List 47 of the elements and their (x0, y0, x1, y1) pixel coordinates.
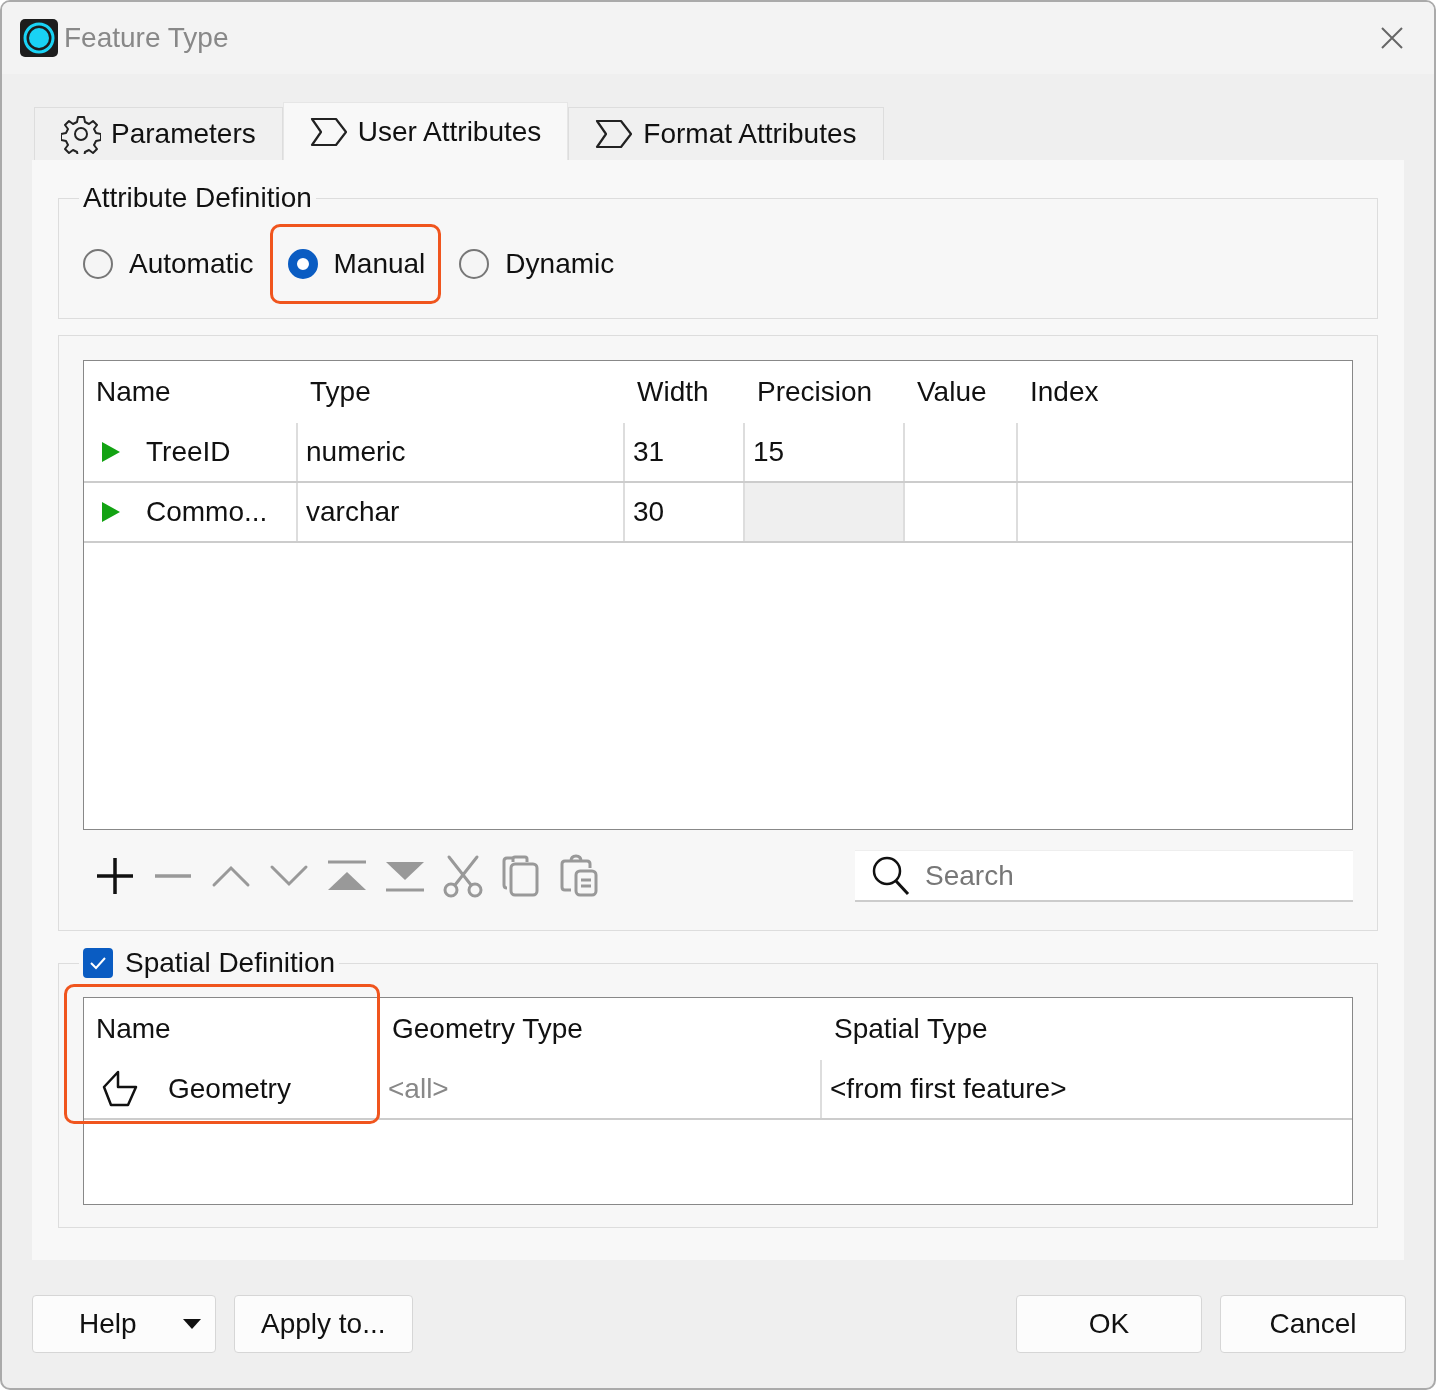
radio-button[interactable] (287, 249, 318, 279)
search-icon (871, 855, 911, 897)
table-cell: 31 (625, 423, 745, 481)
radio-button[interactable] (83, 249, 113, 279)
dialog-button[interactable]: Cancel (1220, 1295, 1406, 1353)
radio-option[interactable]: Dynamic (441, 224, 631, 304)
table-cell-text: <from first feature> (829, 1072, 1068, 1106)
radio-option[interactable]: Automatic (75, 224, 270, 304)
gear-icon (61, 114, 101, 154)
caret-icon (183, 1319, 201, 1329)
radio-option[interactable]: Manual (269, 224, 442, 304)
dialog-button[interactable]: Help (32, 1295, 216, 1353)
column-header[interactable]: Spatial Type (822, 998, 1350, 1060)
minus-icon (155, 874, 191, 878)
table-cell: numeric (298, 423, 625, 481)
column-header[interactable]: Precision (745, 361, 905, 423)
scissors-icon (441, 854, 485, 898)
table-cell: varchar (298, 483, 625, 541)
column-header[interactable]: Name (84, 998, 380, 1060)
group-title: Attribute Definition (82, 182, 313, 214)
group-title: Spatial Definition (125, 947, 336, 979)
app-icon (20, 19, 58, 57)
tab[interactable]: Format Attributes (568, 107, 884, 160)
chevron-icon (595, 119, 634, 149)
table-cell: Geometry (168, 1073, 291, 1105)
check-icon (88, 955, 108, 971)
column-header[interactable]: Name (84, 361, 298, 423)
radio-button[interactable] (459, 249, 490, 279)
column-header[interactable]: Type (298, 361, 625, 423)
checkbox[interactable] (83, 948, 113, 978)
table-cell: 15 (745, 423, 905, 481)
table-cell: Commo... (146, 496, 268, 528)
window-title: Feature Type (64, 22, 230, 54)
tab[interactable]: Parameters (34, 107, 283, 160)
column-header[interactable]: Width (625, 361, 745, 423)
table-cell: TreeID (146, 436, 231, 468)
table-cell: <all> (380, 1060, 822, 1118)
column-header[interactable]: Geometry Type (380, 998, 822, 1060)
column-header[interactable]: Value (905, 361, 1018, 423)
column-header[interactable]: Index (1018, 361, 1348, 423)
dialog-button[interactable]: Apply to... (234, 1295, 413, 1353)
search-field[interactable]: Search (855, 850, 1353, 902)
dialog-button[interactable]: OK (1016, 1295, 1202, 1353)
play-icon[interactable] (102, 502, 120, 522)
chevron-icon (309, 116, 348, 147)
tab[interactable]: User Attributes (282, 102, 569, 160)
play-icon[interactable] (102, 442, 120, 462)
